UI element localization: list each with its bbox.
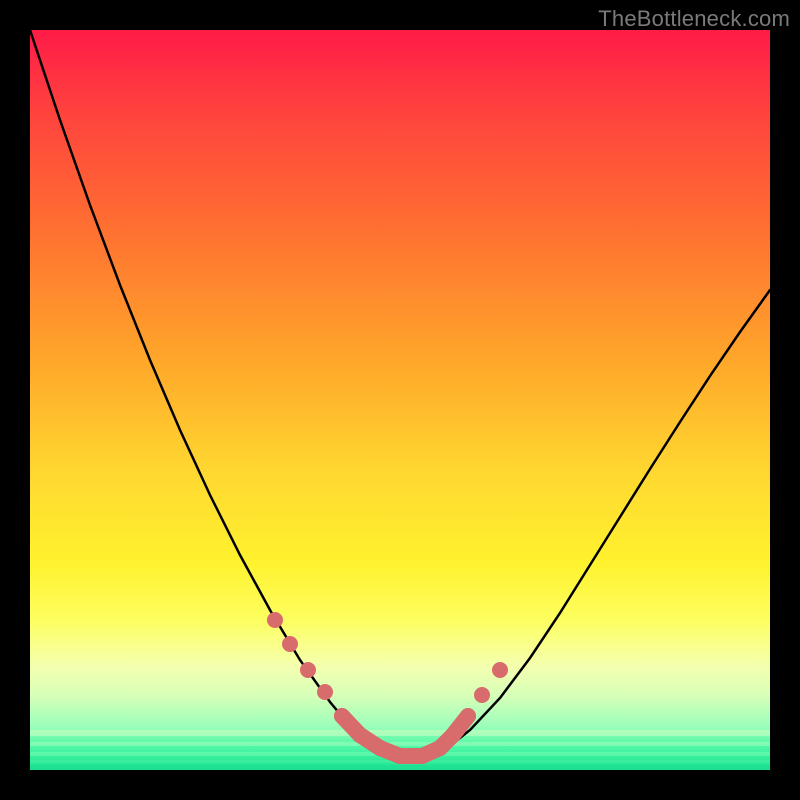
curve-marker-dot: [414, 748, 430, 764]
curve-marker-dot: [300, 662, 316, 678]
curve-marker-dot: [460, 708, 476, 724]
bottleneck-curve: [30, 30, 770, 758]
curve-marker-dot: [267, 612, 283, 628]
curve-marker-dot: [372, 740, 388, 756]
curve-markers: [267, 612, 508, 764]
curve-marker-dot: [492, 662, 508, 678]
watermark-text: TheBottleneck.com: [598, 6, 790, 32]
curve-marker-dot: [282, 636, 298, 652]
chart-plot-area: [30, 30, 770, 770]
curve-marker-dot: [352, 727, 368, 743]
chart-svg: [30, 30, 770, 770]
chart-frame: TheBottleneck.com: [0, 0, 800, 800]
curve-marker-dot: [317, 684, 333, 700]
curve-marker-dot: [334, 708, 350, 724]
curve-marker-dot: [432, 740, 448, 756]
curve-marker-dot: [392, 748, 408, 764]
curve-marker-dot: [445, 727, 461, 743]
curve-marker-dot: [474, 687, 490, 703]
